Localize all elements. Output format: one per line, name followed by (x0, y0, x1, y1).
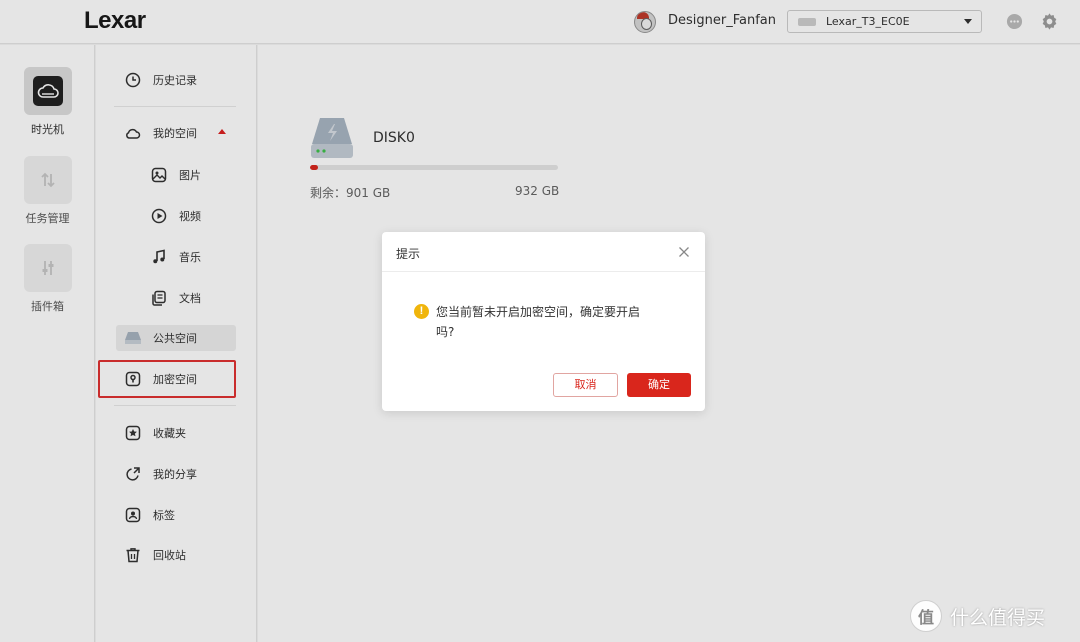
close-icon[interactable] (678, 246, 690, 258)
confirm-dialog: 提示 ! 您当前暂未开启加密空间，确定要开启吗? 取消 确定 (382, 232, 705, 411)
dialog-header: 提示 (382, 232, 705, 272)
dialog-message: 您当前暂未开启加密空间，确定要开启吗? (436, 305, 641, 339)
watermark-logo: 值 (910, 600, 942, 632)
watermark-text: 什么值得买 (950, 606, 1046, 629)
warning-icon: ! (414, 304, 429, 319)
cancel-button[interactable]: 取消 (553, 373, 618, 397)
watermark: 值 什么值得买 (910, 600, 1045, 632)
confirm-button[interactable]: 确定 (627, 373, 691, 397)
dialog-title: 提示 (396, 247, 421, 261)
